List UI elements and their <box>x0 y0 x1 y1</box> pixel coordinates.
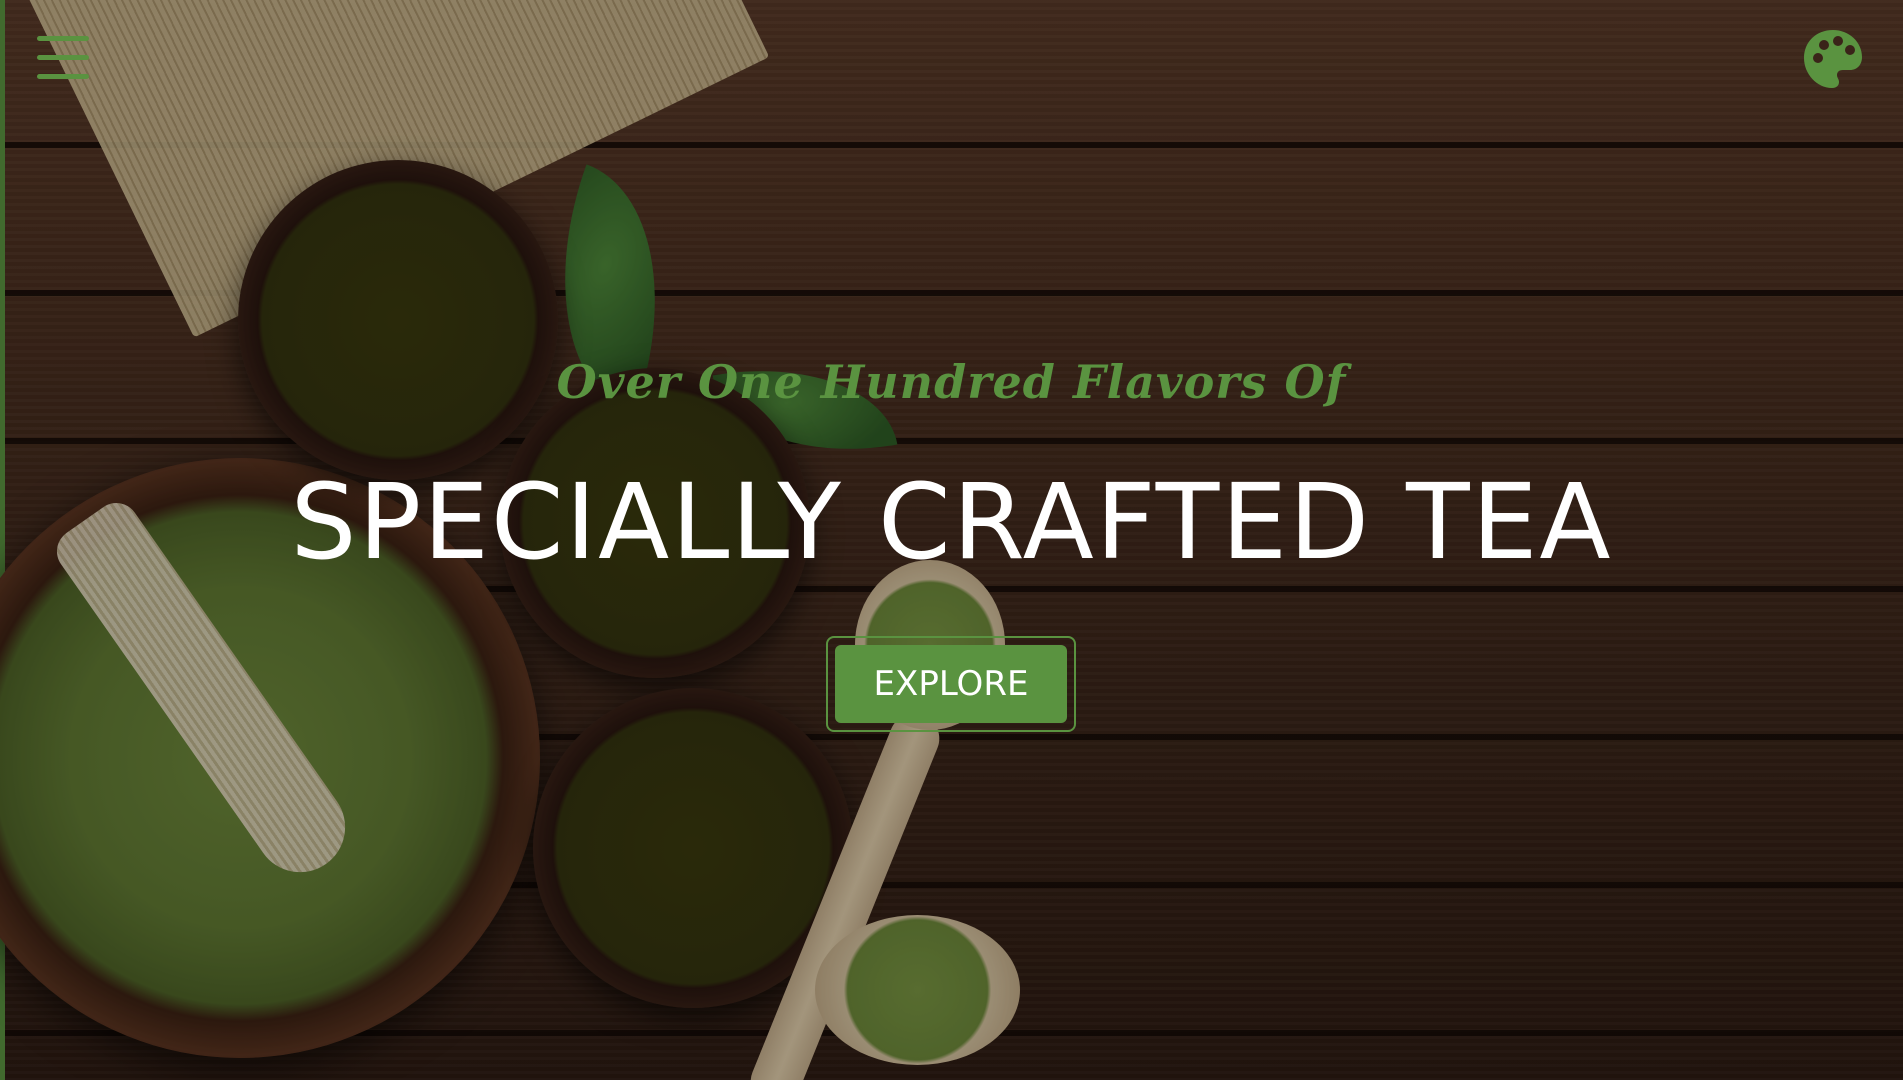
hero-subtitle: Over One Hundred Flavors Of <box>556 355 1347 409</box>
page: Over One Hundred Flavors Of SPECIALLY CR… <box>0 0 1903 1080</box>
explore-button-frame: EXPLORE <box>826 636 1076 732</box>
explore-button[interactable]: EXPLORE <box>835 645 1067 723</box>
hero-section: Over One Hundred Flavors Of SPECIALLY CR… <box>0 0 1903 1080</box>
hero-title: SPECIALLY CRAFTED TEA <box>290 461 1613 583</box>
